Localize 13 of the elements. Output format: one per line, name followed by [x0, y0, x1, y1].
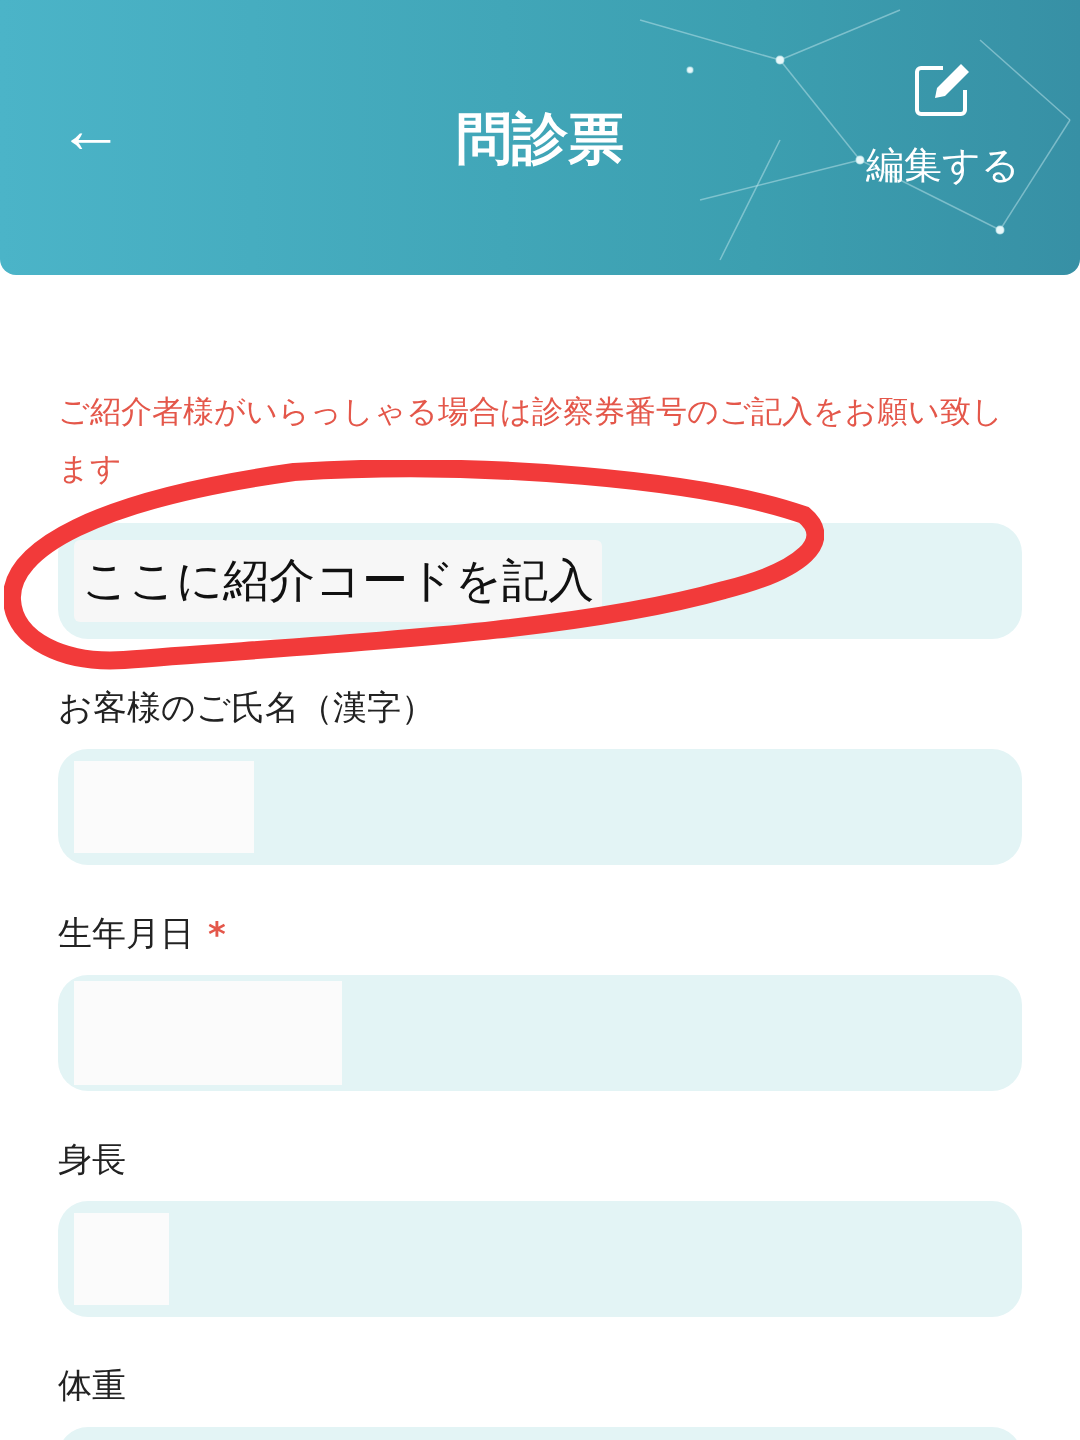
input-field[interactable]: ここに紹介コードを記入: [58, 523, 1022, 639]
edit-button[interactable]: 編集する: [866, 62, 1020, 191]
field-label: 身長: [58, 1138, 126, 1181]
input-field[interactable]: [58, 749, 1022, 865]
field-label: 生年月日: [58, 912, 194, 955]
input-field[interactable]: [58, 1201, 1022, 1317]
back-button[interactable]: ←: [58, 96, 124, 162]
page-title: 問診票: [456, 104, 624, 173]
notice-text: ご紹介者様がいらっしゃる場合は診察券番号のご記入をお願い致します: [58, 393, 1004, 488]
input-field[interactable]: [58, 975, 1022, 1091]
field-label: お客様のご氏名（漢字）: [58, 686, 435, 729]
field-label: 体重: [58, 1364, 126, 1407]
required-mark: *: [208, 914, 226, 954]
